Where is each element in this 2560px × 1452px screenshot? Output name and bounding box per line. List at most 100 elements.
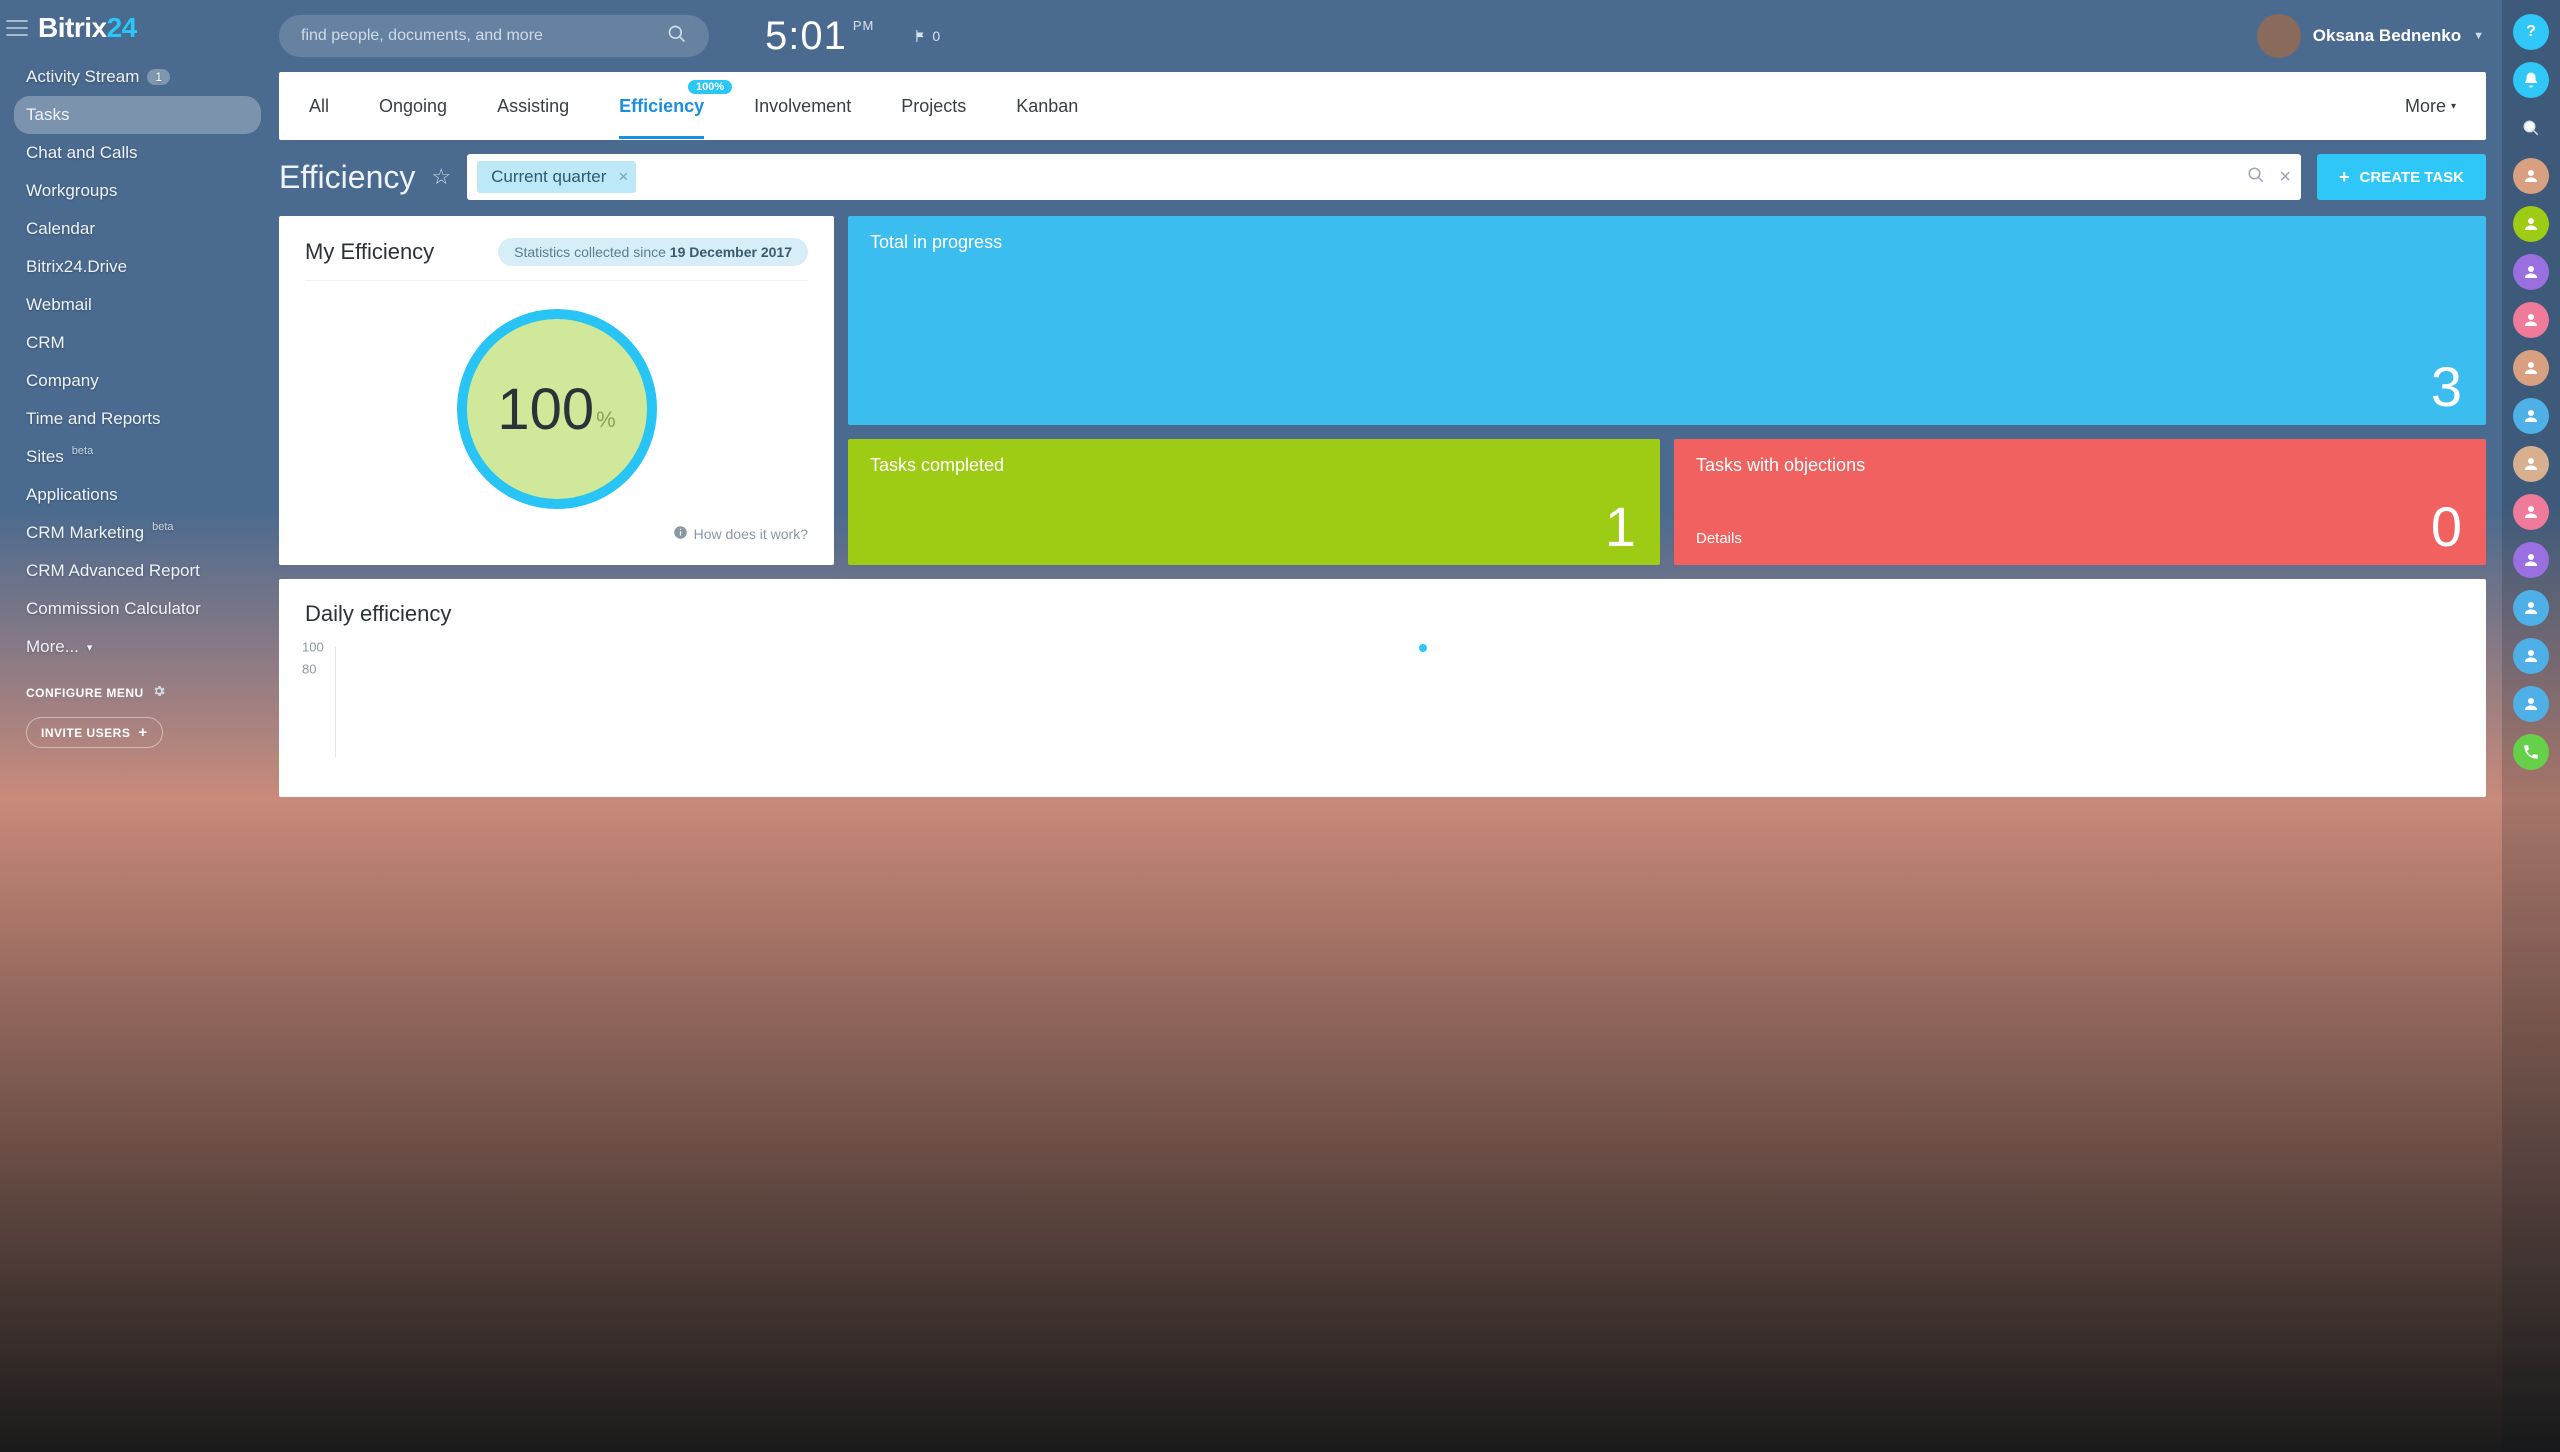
contact-avatar[interactable] [2513, 158, 2549, 194]
topbar: 5:01 PM 0 Oksana Bednenko ▼ [275, 0, 2502, 72]
tab-assisting[interactable]: Assisting [497, 74, 569, 139]
search-button[interactable] [2513, 110, 2549, 146]
efficiency-chip: 100% [688, 80, 732, 94]
search-icon[interactable] [667, 24, 687, 49]
sidebar-item-time-and-reports[interactable]: Time and Reports [14, 400, 261, 438]
menu-toggle-icon[interactable] [6, 20, 28, 36]
logo-text-2: 24 [107, 12, 137, 43]
gauge-pct: % [596, 407, 616, 433]
tab-all[interactable]: All [309, 74, 329, 139]
sidebar-item-webmail[interactable]: Webmail [14, 286, 261, 324]
help-button[interactable]: ? [2513, 14, 2549, 50]
tab-ongoing[interactable]: Ongoing [379, 74, 447, 139]
invite-users-button[interactable]: INVITE USERS + [26, 717, 163, 748]
contact-avatar[interactable] [2513, 590, 2549, 626]
how-does-it-work-link[interactable]: How does it work? [305, 525, 808, 543]
sidebar-item-label: Workgroups [26, 181, 117, 201]
favorite-star-icon[interactable]: ☆ [431, 164, 451, 190]
beta-tag: beta [152, 521, 173, 533]
sidebar-item-workgroups[interactable]: Workgroups [14, 172, 261, 210]
sidebar-item-bitrix24-drive[interactable]: Bitrix24.Drive [14, 248, 261, 286]
create-task-label: CREATE TASK [2360, 169, 2464, 186]
sidebar-item-label: Calendar [26, 219, 95, 239]
user-menu[interactable]: Oksana Bednenko ▼ [2257, 14, 2484, 58]
sidebar-item-crm-advanced-report[interactable]: CRM Advanced Report [14, 552, 261, 590]
filter-chip[interactable]: Current quarter × [477, 161, 636, 193]
tab-efficiency[interactable]: Efficiency100% [619, 74, 704, 139]
tabs-more[interactable]: More▾ [2405, 96, 2456, 117]
close-icon[interactable]: × [618, 167, 628, 187]
tile-tasks-with-objections[interactable]: Tasks with objections Details 0 [1674, 439, 2486, 565]
sidebar-item-label: Company [26, 371, 99, 391]
gauge-value: 100 [497, 376, 594, 443]
tile-value: 1 [1605, 494, 1636, 559]
sidebar-item-chat-and-calls[interactable]: Chat and Calls [14, 134, 261, 172]
filter-chip-label: Current quarter [491, 167, 606, 186]
tile-tasks-completed[interactable]: Tasks completed 1 [848, 439, 1660, 565]
invite-users-label: INVITE USERS [41, 726, 130, 740]
contact-avatar[interactable] [2513, 494, 2549, 530]
sidebar: Bitrix24 Activity Stream1Tasks Chat and C… [0, 0, 275, 1452]
search-input[interactable] [301, 27, 667, 45]
contact-avatar[interactable] [2513, 206, 2549, 242]
tile-label: Tasks with objections [1696, 455, 2464, 476]
sidebar-item-commission-calculator[interactable]: Commission Calculator [14, 590, 261, 628]
sidebar-item-sites[interactable]: Sitesbeta [14, 438, 261, 476]
contact-avatar[interactable] [2513, 350, 2549, 386]
sidebar-item-activity-stream[interactable]: Activity Stream1 [14, 58, 261, 96]
sidebar-item-applications[interactable]: Applications [14, 476, 261, 514]
tab-involvement[interactable]: Involvement [754, 74, 851, 139]
global-search[interactable] [279, 15, 709, 57]
sidebar-item-label: Sites [26, 447, 64, 467]
caret-down-icon: ▾ [2451, 101, 2456, 112]
configure-menu-button[interactable]: CONFIGURE MENU [26, 684, 249, 701]
tab-kanban[interactable]: Kanban [1016, 74, 1078, 139]
clear-icon[interactable]: × [2279, 166, 2291, 189]
tab-projects[interactable]: Projects [901, 74, 966, 139]
stats-date: 19 December 2017 [670, 244, 792, 260]
call-button[interactable] [2513, 734, 2549, 770]
create-task-button[interactable]: + CREATE TASK [2317, 154, 2486, 200]
sidebar-item-calendar[interactable]: Calendar [14, 210, 261, 248]
sidebar-item-crm-marketing[interactable]: CRM Marketingbeta [14, 514, 261, 552]
chevron-down-icon: ▾ [87, 641, 93, 654]
tabs-bar: All Ongoing Assisting Efficiency100% Involve… [279, 72, 2486, 140]
tile-details-link[interactable]: Details [1696, 530, 1742, 547]
my-efficiency-title: My Efficiency [305, 239, 434, 265]
sidebar-item-company[interactable]: Company [14, 362, 261, 400]
sidebar-item-label: More... [26, 637, 79, 657]
sidebar-item-label: Chat and Calls [26, 143, 138, 163]
gear-icon [152, 684, 166, 701]
logo[interactable]: Bitrix24 [38, 12, 137, 44]
contact-avatar[interactable] [2513, 446, 2549, 482]
tile-total-in-progress[interactable]: Total in progress 3 [848, 216, 2486, 425]
plus-icon: + [138, 724, 147, 741]
how-label: How does it work? [694, 526, 808, 542]
clock-time: 5:01 [765, 14, 847, 59]
content-row: My Efficiency Statistics collected since… [279, 216, 2486, 565]
title-row: Efficiency ☆ Current quarter × × + CREAT… [279, 154, 2486, 200]
contact-avatar[interactable] [2513, 302, 2549, 338]
configure-menu-label: CONFIGURE MENU [26, 686, 144, 700]
contact-avatar[interactable] [2513, 638, 2549, 674]
sidebar-item-label: Bitrix24.Drive [26, 257, 127, 277]
page-title: Efficiency [279, 159, 415, 196]
notifications-flag[interactable]: 0 [914, 28, 940, 44]
right-rail: ? [2502, 0, 2560, 1452]
search-icon[interactable] [2247, 166, 2265, 189]
chevron-down-icon: ▼ [2473, 30, 2484, 42]
tile-label: Total in progress [870, 232, 2464, 253]
sidebar-item-label: Webmail [26, 295, 92, 315]
sidebar-item-crm[interactable]: CRM [14, 324, 261, 362]
chart-ytick: 100 [302, 640, 324, 655]
notifications-button[interactable] [2513, 62, 2549, 98]
contact-avatar[interactable] [2513, 686, 2549, 722]
contact-avatar[interactable] [2513, 254, 2549, 290]
efficiency-gauge: 100 % [457, 309, 657, 509]
plus-icon: + [2339, 167, 2350, 188]
contact-avatar[interactable] [2513, 398, 2549, 434]
filter-bar[interactable]: Current quarter × × [467, 154, 2301, 200]
contact-avatar[interactable] [2513, 542, 2549, 578]
sidebar-item-more-[interactable]: More... ▾ [14, 628, 261, 666]
sidebar-item-tasks[interactable]: Tasks [14, 96, 261, 134]
